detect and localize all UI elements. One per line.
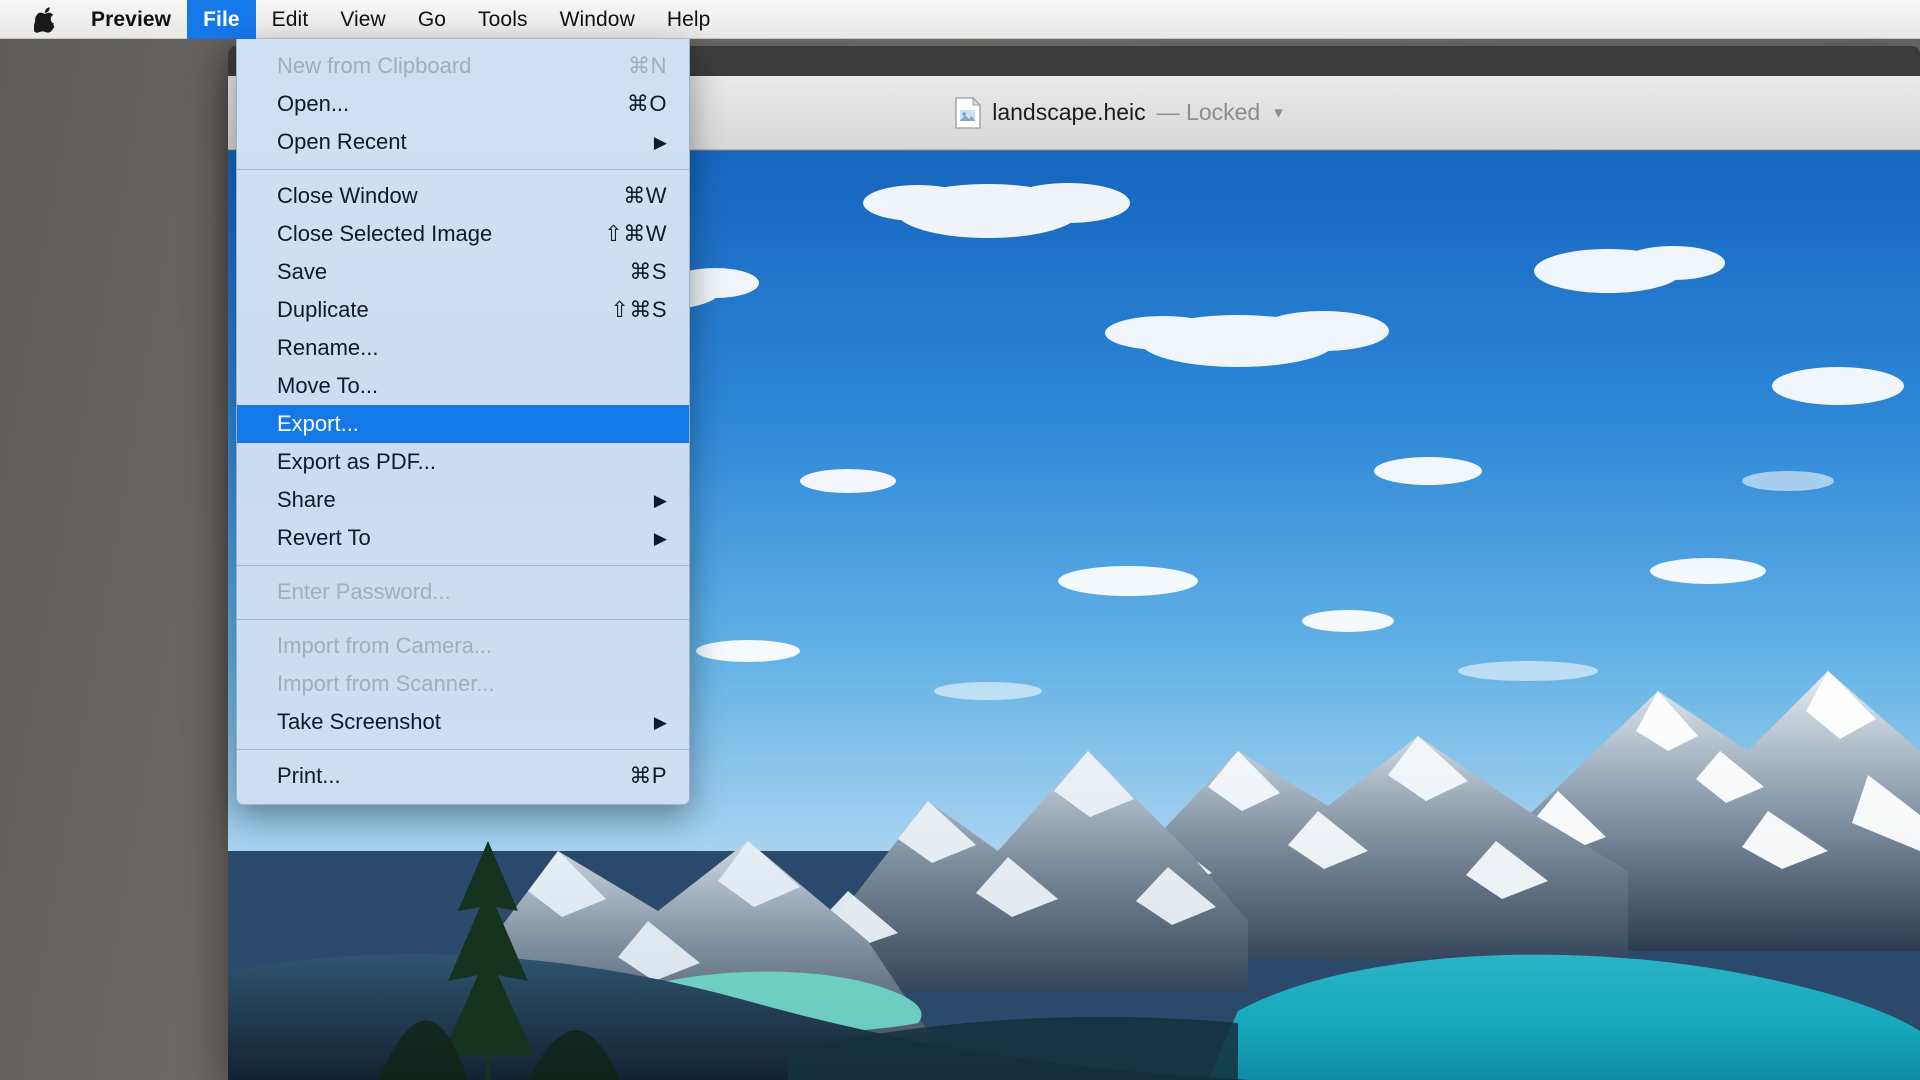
menu-item-label: Open... [277,91,350,116]
menu-bar: Preview File Edit View Go Tools Window Help [0,0,1920,39]
file-menu-dropdown: New from Clipboard ⌘N Open... ⌘O Open Recent… [236,39,690,805]
menu-item-label: Enter Password... [277,579,451,604]
menu-separator [237,749,689,750]
menubar-item-file[interactable]: File [187,0,256,39]
menu-item-save[interactable]: Save ⌘S [237,253,689,291]
menu-item-label: Close Window [277,183,418,208]
submenu-arrow-icon: ▶ [653,132,667,152]
submenu-arrow-icon: ▶ [653,528,667,548]
menu-item-take-screenshot[interactable]: Take Screenshot ▶ [237,703,689,741]
menu-item-label: Export... [277,411,359,436]
menu-item-share[interactable]: Share ▶ [237,481,689,519]
menu-item-move-to[interactable]: Move To... [237,367,689,405]
menubar-item-edit[interactable]: Edit [256,0,325,39]
menu-item-label: Import from Scanner... [277,671,495,696]
menu-item-label: Open Recent [277,129,407,154]
menu-item-shortcut: ⌘S [629,259,667,284]
menu-item-open-recent[interactable]: Open Recent ▶ [237,123,689,161]
menu-item-shortcut: ⇧⌘W [604,221,667,246]
menu-item-revert-to[interactable]: Revert To ▶ [237,519,689,557]
document-status: — Locked [1156,99,1261,125]
menu-item-shortcut: ⌘N [628,53,667,78]
menu-item-shortcut: ⇧⌘S [610,297,667,322]
document-name: landscape.heic [992,99,1146,125]
menu-item-label: Take Screenshot [277,709,441,734]
menu-item-label: Export as PDF... [277,449,436,474]
menubar-item-window[interactable]: Window [544,0,651,39]
menu-item-enter-password: Enter Password... [237,573,689,611]
menu-item-shortcut: ⌘P [629,763,667,788]
heic-document-icon [955,96,982,129]
menu-item-label: Close Selected Image [277,221,493,246]
menu-item-label: Rename... [277,335,379,360]
chevron-down-icon[interactable]: ▾ [1274,104,1283,121]
menu-item-label: Save [277,259,328,284]
menubar-item-view[interactable]: View [324,0,402,39]
menu-item-close-selected-image[interactable]: Close Selected Image ⇧⌘W [237,215,689,253]
menu-item-label: New from Clipboard [277,53,472,78]
menu-item-import-from-camera: Import from Camera... [237,627,689,665]
menu-item-open[interactable]: Open... ⌘O [237,85,689,123]
menu-item-duplicate[interactable]: Duplicate ⇧⌘S [237,291,689,329]
menu-separator [237,169,689,170]
menubar-item-preview[interactable]: Preview [75,0,187,39]
menu-item-export-as-pdf[interactable]: Export as PDF... [237,443,689,481]
submenu-arrow-icon: ▶ [653,712,667,732]
apple-logo-icon[interactable] [0,0,75,39]
menu-item-label: Duplicate [277,297,369,322]
menu-item-print[interactable]: Print... ⌘P [237,757,689,795]
menu-item-label: Revert To [277,525,371,550]
submenu-arrow-icon: ▶ [653,490,667,510]
menu-item-rename[interactable]: Rename... [237,329,689,367]
menubar-item-help[interactable]: Help [651,0,727,39]
menu-item-shortcut: ⌘W [623,183,667,208]
menu-item-export[interactable]: Export... [237,405,689,443]
menu-item-label: Print... [277,763,341,788]
menu-separator [237,565,689,566]
window-title-group: landscape.heic — Locked ▾ [955,96,1283,129]
menu-item-label: Import from Camera... [277,633,493,658]
menu-item-new-from-clipboard: New from Clipboard ⌘N [237,47,689,85]
menu-separator [237,619,689,620]
menu-item-close-window[interactable]: Close Window ⌘W [237,177,689,215]
menu-item-label: Share [277,487,336,512]
menu-item-label: Move To... [277,373,379,398]
menubar-item-go[interactable]: Go [402,0,462,39]
menubar-item-tools[interactable]: Tools [462,0,544,39]
menu-item-shortcut: ⌘O [626,91,667,116]
menu-item-import-from-scanner: Import from Scanner... [237,665,689,703]
